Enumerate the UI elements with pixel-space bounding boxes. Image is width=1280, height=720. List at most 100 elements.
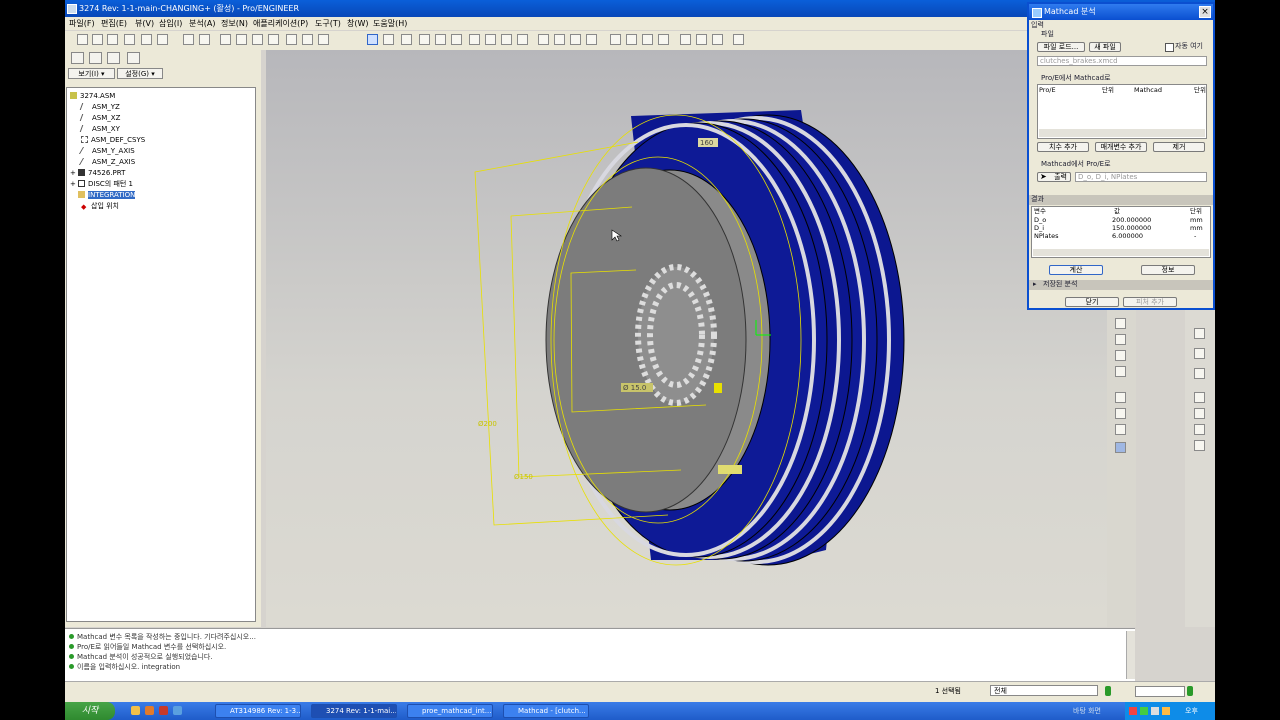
quicklaunch-app-icon[interactable]: [159, 706, 168, 715]
component-tool-icon[interactable]: [1115, 392, 1126, 403]
regenerate-icon[interactable]: [286, 34, 297, 45]
menu-file[interactable]: 파일(F): [69, 17, 95, 30]
spin-center-icon[interactable]: [401, 34, 412, 45]
close-button[interactable]: 닫기: [1065, 297, 1119, 307]
model-3d-view[interactable]: 160 Ø200 Ø150 Ø 15.0: [266, 50, 1136, 627]
tree-item[interactable]: ASM_YZ: [79, 102, 120, 112]
assemble-icon[interactable]: [1115, 424, 1126, 435]
quicklaunch-explorer-icon[interactable]: [131, 706, 140, 715]
output-variables-field[interactable]: D_o, D_i, NPlates: [1075, 172, 1207, 182]
orient-mode-icon[interactable]: [383, 34, 394, 45]
find-icon[interactable]: [302, 34, 313, 45]
repaint-icon[interactable]: [367, 34, 378, 45]
axis-tool-icon[interactable]: [1194, 348, 1205, 359]
tree-item[interactable]: +74526.PRT: [70, 168, 125, 178]
connections-tab-icon[interactable]: [127, 52, 140, 64]
results-scrollbar[interactable]: [1033, 249, 1209, 256]
datum-axis-tool-icon[interactable]: [1115, 334, 1126, 345]
load-file-button[interactable]: 파일 로드...: [1037, 42, 1085, 52]
saved-views-icon[interactable]: [501, 34, 512, 45]
refit-icon[interactable]: [469, 34, 480, 45]
start-button[interactable]: 시작: [65, 702, 115, 720]
datum-curve-tool-icon[interactable]: [1115, 350, 1126, 361]
info-button[interactable]: 정보: [1141, 265, 1195, 275]
tree-item[interactable]: ASM_XZ: [79, 113, 120, 123]
wireframe-icon[interactable]: [538, 34, 549, 45]
secondary-filter-dropdown[interactable]: [1135, 686, 1185, 697]
menu-view[interactable]: 뷰(V): [135, 17, 154, 30]
tray-desktop-label[interactable]: 바탕 화면: [1073, 704, 1101, 718]
settings-dropdown[interactable]: 설정(G) ▾: [117, 68, 163, 79]
taskbar-item[interactable]: AT314986 Rev: 1-3...: [215, 704, 301, 718]
tree-item[interactable]: ASM_Z_AXIS: [78, 157, 135, 167]
auto-open-checkbox[interactable]: [1165, 43, 1174, 52]
horizontal-scrollbar[interactable]: [1039, 129, 1205, 137]
copy-icon[interactable]: [236, 34, 247, 45]
zoom-out-icon[interactable]: [451, 34, 462, 45]
show-dropdown[interactable]: 보기(I) ▾: [68, 68, 115, 79]
add-feature-button[interactable]: 피처 추가: [1123, 297, 1177, 307]
expand-icon[interactable]: +: [70, 179, 78, 189]
shading-icon[interactable]: [586, 34, 597, 45]
new-icon[interactable]: [77, 34, 88, 45]
select-icon[interactable]: [318, 34, 329, 45]
context-help-icon[interactable]: [733, 34, 744, 45]
csys-display-icon[interactable]: [658, 34, 669, 45]
datum-planes-icon[interactable]: [610, 34, 621, 45]
no-hidden-icon[interactable]: [570, 34, 581, 45]
saved-analysis-bar[interactable]: ▸ 저장된 분석: [1029, 280, 1213, 290]
tree-item[interactable]: + DISC의 패턴 1: [70, 179, 133, 189]
remove-button[interactable]: 제거: [1153, 142, 1205, 152]
window-close-icon[interactable]: [696, 34, 707, 45]
window-tile-icon[interactable]: [680, 34, 691, 45]
email-icon[interactable]: [141, 34, 152, 45]
paste-special-icon[interactable]: [268, 34, 279, 45]
add-parameter-button[interactable]: 매개변수 추가: [1095, 142, 1147, 152]
file-path-field[interactable]: clutches_brakes.xmcd: [1037, 56, 1207, 66]
csys-tool-icon[interactable]: [1194, 424, 1205, 435]
compute-button[interactable]: 계산: [1049, 265, 1103, 275]
menu-analysis[interactable]: 분석(A): [189, 17, 215, 30]
datum-plane-tool-icon[interactable]: [1115, 318, 1126, 329]
taskbar-item[interactable]: proe_mathcad_int...: [407, 704, 493, 718]
tree-item[interactable]: 3274.ASM: [70, 91, 115, 101]
reorient-icon[interactable]: [485, 34, 496, 45]
new-file-button[interactable]: 새 파일: [1089, 42, 1121, 52]
plane-tool-icon[interactable]: [1194, 328, 1205, 339]
datum-point-tool-icon[interactable]: [1115, 366, 1126, 377]
tree-item[interactable]: ASM_Y_AXIS: [78, 146, 135, 156]
tray-icon[interactable]: [1129, 707, 1137, 715]
selection-filter-dropdown[interactable]: 전체: [990, 685, 1098, 696]
window-activate-icon[interactable]: [712, 34, 723, 45]
folder-browser-tab-icon[interactable]: [89, 52, 102, 64]
datum-points-icon[interactable]: [642, 34, 653, 45]
dialog-close-icon[interactable]: ×: [1199, 6, 1211, 18]
component-icon[interactable]: [1194, 440, 1205, 451]
cut-icon[interactable]: [220, 34, 231, 45]
create-component-icon[interactable]: [1115, 408, 1126, 419]
quicklaunch-desktop-icon[interactable]: [173, 706, 182, 715]
add-dimension-button[interactable]: 치수 추가: [1037, 142, 1089, 152]
tree-item[interactable]: ASM_DEF_CSYS: [81, 135, 145, 145]
tray-icon[interactable]: [1162, 707, 1170, 715]
menu-info[interactable]: 정보(N): [221, 17, 248, 30]
pan-icon[interactable]: [419, 34, 430, 45]
menu-insert[interactable]: 삽입(I): [159, 17, 182, 30]
hidden-line-icon[interactable]: [554, 34, 565, 45]
undo-icon[interactable]: [183, 34, 194, 45]
point-tool-icon[interactable]: [1194, 392, 1205, 403]
menu-help[interactable]: 도움말(H): [373, 17, 407, 30]
datum-axes-icon[interactable]: [626, 34, 637, 45]
paste-icon[interactable]: [252, 34, 263, 45]
send-icon[interactable]: [157, 34, 168, 45]
tree-item[interactable]: ◆ 삽입 위치: [81, 201, 119, 211]
layers-icon[interactable]: [517, 34, 528, 45]
expand-icon[interactable]: +: [70, 168, 78, 178]
print-icon[interactable]: [124, 34, 135, 45]
menu-edit[interactable]: 편집(E): [101, 17, 127, 30]
tray-icon[interactable]: [1140, 707, 1148, 715]
proe-to-mathcad-grid[interactable]: Pro/E 단위 Mathcad 단위: [1037, 84, 1207, 139]
menu-applications[interactable]: 애플리케이션(P): [253, 17, 308, 30]
taskbar-item[interactable]: Mathcad - [clutch...: [503, 704, 589, 718]
tree-item[interactable]: ASM_XY: [79, 124, 120, 134]
